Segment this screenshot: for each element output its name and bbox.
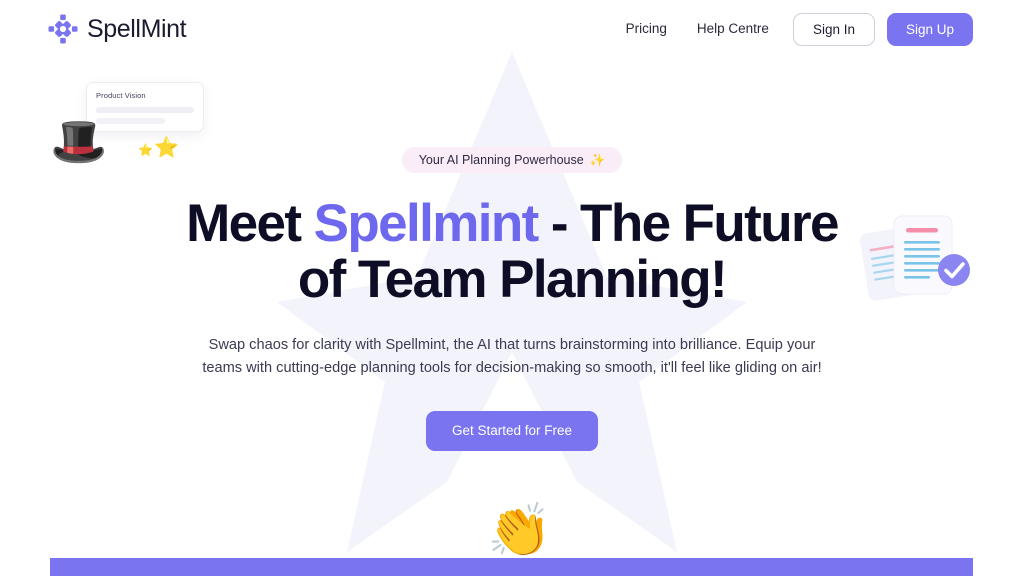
bottom-accent-bar bbox=[50, 558, 973, 576]
headline-accent-word: Spellmint bbox=[313, 194, 540, 253]
sign-in-button[interactable]: Sign In bbox=[792, 12, 875, 46]
brand-name: SpellMint bbox=[87, 14, 187, 43]
clapping-hands-icon: 👏 bbox=[487, 502, 552, 560]
site-header: SpellMint Pricing Help Centre Sign In Si… bbox=[0, 0, 1024, 58]
sign-up-button[interactable]: Sign Up bbox=[886, 12, 973, 46]
small-star-icon: ⭐ bbox=[138, 143, 153, 157]
documents-with-check-badge-icon bbox=[860, 215, 970, 301]
hero-badge-label: Your AI Planning Powerhouse bbox=[418, 152, 584, 167]
hero-description: Swap chaos for clarity with Spellmint, t… bbox=[202, 337, 822, 376]
placeholder-bar bbox=[96, 107, 194, 113]
product-vision-card-title: Product Vision bbox=[96, 91, 146, 100]
magic-hat-icon: 🎩 bbox=[50, 115, 108, 167]
spellmint-diamond-logo-icon bbox=[48, 14, 78, 44]
hero-badge: Your AI Planning Powerhouse ✨ bbox=[401, 147, 623, 173]
get-started-button[interactable]: Get Started for Free bbox=[425, 410, 599, 451]
nav-link-help-centre[interactable]: Help Centre bbox=[682, 22, 784, 36]
main-navigation: Pricing Help Centre Sign In Sign Up bbox=[611, 12, 973, 46]
page-title: Meet Spellmint - The Future of Team Plan… bbox=[162, 194, 862, 308]
headline-part-1: Meet bbox=[186, 194, 314, 253]
nav-link-pricing[interactable]: Pricing bbox=[611, 22, 682, 36]
big-star-icon: ⭐ bbox=[154, 137, 179, 159]
landing-page: SpellMint Pricing Help Centre Sign In Si… bbox=[0, 0, 1024, 576]
brand-logo[interactable]: SpellMint bbox=[48, 14, 187, 44]
left-illustration: Product Vision 🎩 ⭐ ⭐ bbox=[50, 78, 225, 188]
sparkles-icon: ✨ bbox=[589, 152, 606, 167]
